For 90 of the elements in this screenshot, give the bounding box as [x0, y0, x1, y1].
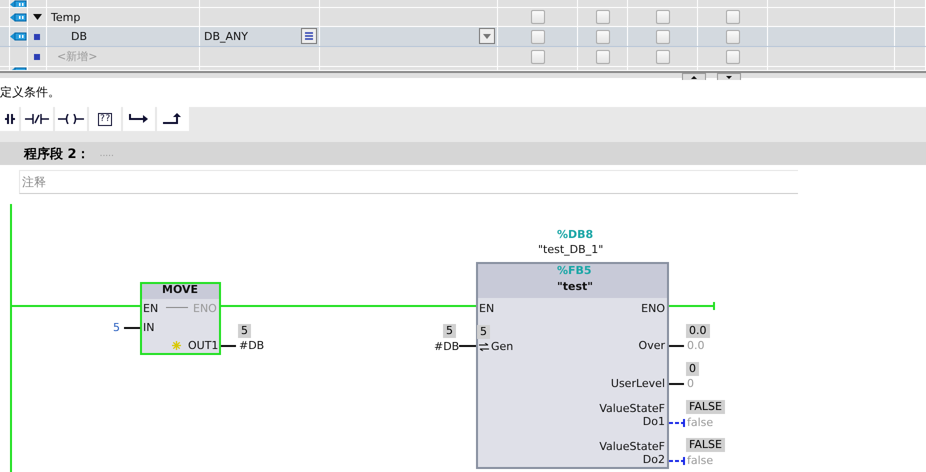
caret-up-icon [691, 76, 697, 78]
network-title: 程序段 2： [24, 146, 90, 162]
block-address: %FB5 [557, 264, 592, 277]
pin-label: IN [143, 321, 154, 334]
pin-label: ENO [193, 302, 217, 315]
list-icon [305, 32, 313, 40]
monitor-value: 0 [686, 362, 699, 376]
variable-name: <新增> [57, 49, 98, 64]
operand-label: #DB [434, 340, 460, 353]
instance-name: "test_DB_1" [538, 243, 604, 256]
wire [124, 327, 140, 329]
branch-open-icon [129, 114, 149, 124]
pin-label: UserLevel [610, 377, 665, 390]
pin-label: ENO [641, 302, 665, 315]
monitor-value: 5 [443, 324, 456, 338]
checkbox[interactable] [530, 10, 544, 24]
contact-icon [4, 114, 14, 124]
list-button[interactable] [301, 28, 317, 44]
pin-label: EN [143, 302, 158, 315]
checkbox[interactable] [726, 50, 740, 64]
empty-box-button[interactable]: ?? [89, 107, 121, 131]
monitor-value: FALSE [686, 400, 725, 414]
variable-icon [34, 34, 40, 40]
sparkle-icon [172, 341, 181, 350]
monitor-value: 0.0 [686, 324, 710, 338]
nc-contact-icon [25, 114, 49, 124]
nc-contact-button[interactable] [21, 107, 53, 131]
table-row[interactable]: DB DB_ANY [0, 27, 926, 47]
interface-icon [10, 12, 27, 22]
checkbox[interactable] [656, 50, 670, 64]
block-name: "test" [557, 280, 593, 293]
wire [221, 345, 236, 347]
wire [669, 419, 685, 427]
comment-field[interactable]: 注释 [19, 170, 798, 194]
variable-name: Temp [51, 10, 80, 24]
checkbox[interactable] [596, 50, 610, 64]
pin-label: Over [638, 339, 665, 352]
checkbox[interactable] [596, 30, 610, 44]
variable-name: DB [71, 30, 88, 43]
output-value: false [687, 454, 714, 467]
branch-close-icon [163, 113, 183, 125]
move-block[interactable] [140, 282, 221, 355]
pin-label: ValueStateF Do2 [599, 440, 665, 466]
expand-arrow-icon[interactable] [32, 14, 42, 20]
monitor-value: FALSE [686, 438, 725, 452]
wire [459, 345, 476, 347]
interface-icon [10, 0, 27, 7]
constant-value: 5 [113, 321, 120, 334]
pin-label: ValueStateF Do1 [599, 402, 665, 428]
interface-icon [10, 32, 27, 41]
wire [669, 383, 684, 385]
pin-label: EN [479, 302, 494, 315]
data-type: DB_ANY [204, 30, 248, 43]
block-title: MOVE [162, 283, 198, 296]
checkbox[interactable] [656, 30, 670, 44]
function-block[interactable] [476, 262, 669, 469]
hint-text: 定义条件。 [0, 84, 61, 101]
monitor-value: 5 [238, 324, 251, 338]
caret-down-icon [726, 76, 732, 78]
variable-icon [34, 54, 40, 60]
table-row[interactable]: Temp [0, 8, 926, 27]
checkbox[interactable] [726, 10, 740, 24]
branch-open-button[interactable] [123, 107, 155, 131]
wire [668, 302, 715, 310]
pin-label: Gen [491, 340, 514, 353]
instance-address: %DB8 [557, 228, 594, 241]
contact-button[interactable] [0, 107, 19, 131]
output-value: 0 [687, 377, 694, 390]
checkbox[interactable] [596, 10, 610, 24]
scroll-up-button[interactable] [682, 73, 706, 80]
output-value: 0.0 [687, 339, 704, 352]
wire [669, 345, 684, 347]
checkbox[interactable] [530, 30, 544, 44]
pin-label: OUT1 [188, 339, 218, 352]
output-value: false [687, 416, 714, 429]
coil-button[interactable] [55, 107, 87, 131]
checkbox[interactable] [656, 10, 670, 24]
dropdown-button[interactable] [479, 28, 495, 44]
scroll-down-button[interactable] [717, 73, 741, 80]
wire [669, 457, 685, 465]
checkbox[interactable] [530, 50, 544, 64]
table-row[interactable] [0, 0, 926, 8]
internal-line [166, 307, 188, 309]
in-out-arrows-icon [479, 343, 489, 351]
monitor-value: 5 [477, 325, 490, 339]
caret-down-icon [483, 34, 491, 38]
coil-icon [58, 114, 84, 124]
checkbox[interactable] [726, 30, 740, 44]
branch-close-button[interactable] [157, 107, 189, 131]
operand-label: #DB [239, 339, 264, 352]
